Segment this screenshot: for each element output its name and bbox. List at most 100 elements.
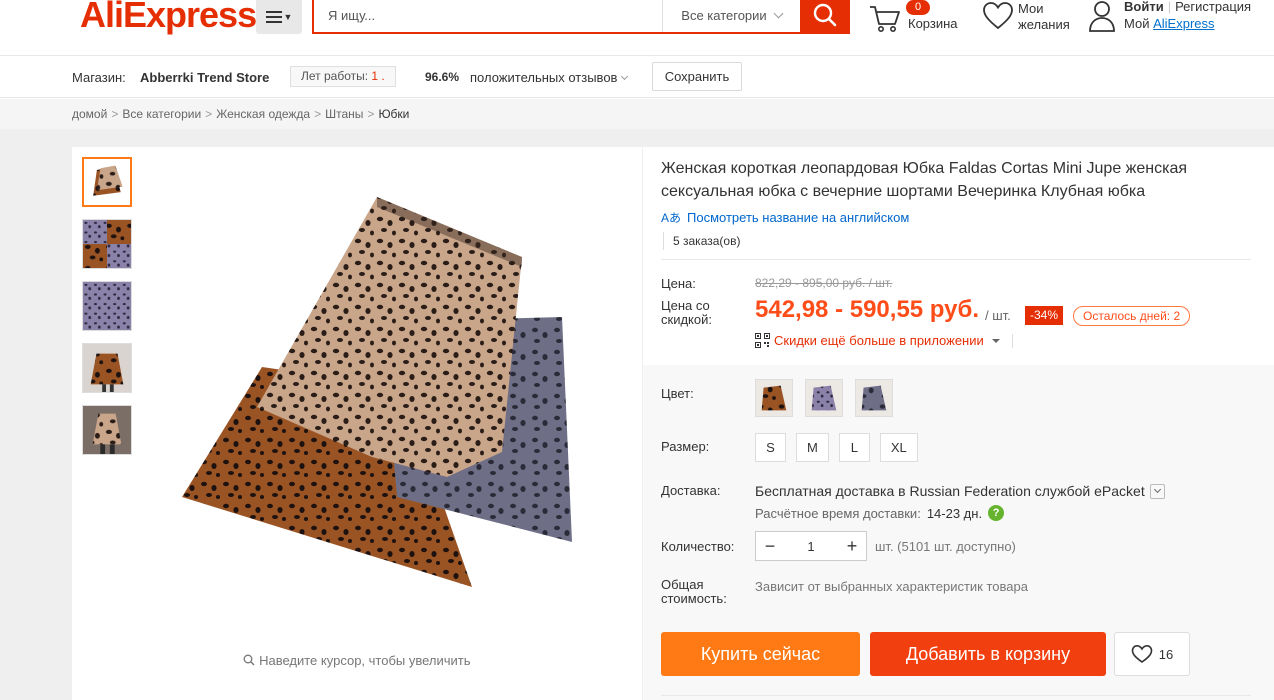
magnifier-icon bbox=[244, 654, 255, 666]
discount-price-label: Цена со скидкой: bbox=[661, 298, 712, 327]
photo-thumbnail-image bbox=[83, 406, 131, 454]
store-years-value: 1 . bbox=[371, 69, 385, 83]
breadcrumb-separator: > bbox=[367, 107, 375, 121]
color-options bbox=[755, 379, 893, 417]
color-label: Цвет: bbox=[661, 386, 694, 401]
translate-icon: Aあ bbox=[661, 211, 682, 225]
color-swatch-image bbox=[806, 380, 842, 416]
size-label: Размер: bbox=[661, 439, 710, 454]
translate-link-label: Посмотреть название на английском bbox=[687, 210, 910, 225]
store-label: Магазин: bbox=[72, 70, 126, 85]
delivery-time-label: Расчётное время доставки: bbox=[755, 505, 921, 521]
zoom-hint-text: Наведите курсор, чтобы увеличить bbox=[259, 653, 471, 668]
thumbnail-list bbox=[82, 157, 132, 455]
discount-percent-badge: -34% bbox=[1025, 306, 1063, 325]
thumbnail-4[interactable] bbox=[82, 343, 132, 393]
size-options: S M L XL bbox=[755, 433, 918, 462]
login-link[interactable]: Войти bbox=[1124, 0, 1164, 14]
model-thumbnail-image bbox=[83, 344, 131, 392]
aliexpress-logo[interactable]: AliExpress® bbox=[80, 0, 264, 36]
caret-down-icon bbox=[991, 338, 1000, 343]
zoom-hint: Наведите курсор, чтобы увеличить bbox=[72, 653, 642, 668]
search-button[interactable] bbox=[800, 0, 850, 32]
categories-menu-button[interactable]: ▼ bbox=[256, 0, 302, 34]
collage-thumbnail-image bbox=[83, 220, 131, 268]
delivery-time: Расчётное время доставки: 14-23 дн. ? bbox=[755, 505, 1005, 521]
add-to-wishlist-button[interactable]: 16 bbox=[1114, 632, 1190, 676]
total-value: Зависит от выбранных характеристик товар… bbox=[755, 579, 1028, 594]
divider bbox=[661, 259, 1251, 260]
breadcrumb-separator: > bbox=[314, 107, 322, 121]
store-bar: Магазин: Abberrki Trend Store Лет работы… bbox=[0, 56, 1274, 98]
search-icon bbox=[813, 3, 837, 27]
thumbnail-1[interactable] bbox=[82, 157, 132, 207]
account-links: Войти | Регистрация Мой AliExpress bbox=[1124, 0, 1251, 32]
app-discount-label: Скидки ещё больше в приложении bbox=[774, 333, 984, 348]
account-divider: | bbox=[1167, 0, 1172, 14]
user-icon bbox=[1089, 1, 1115, 32]
wishlist-label-line2: желания bbox=[1018, 17, 1070, 32]
caret-down-icon: ▼ bbox=[283, 12, 293, 22]
heart-icon bbox=[1131, 644, 1153, 663]
search-category-select[interactable]: Все категории bbox=[662, 0, 800, 32]
app-discount-dropdown[interactable]: Скидки ещё больше в приложении bbox=[755, 333, 1013, 348]
skirt-thumbnail-image bbox=[84, 159, 130, 205]
quantity-label: Количество: bbox=[661, 539, 735, 554]
store-name-link[interactable]: Abberrki Trend Store bbox=[140, 70, 269, 85]
hamburger-icon bbox=[265, 11, 282, 23]
fabric-thumbnail-image bbox=[83, 282, 131, 330]
breadcrumb-all-categories[interactable]: Все категории bbox=[122, 107, 201, 121]
breadcrumb-pants[interactable]: Штаны bbox=[325, 107, 363, 121]
save-store-button[interactable]: Сохранить bbox=[652, 62, 742, 91]
shipping-info: Бесплатная доставка в Russian Federation… bbox=[755, 483, 1165, 499]
store-feedback-dropdown[interactable]: положительных отзывов bbox=[470, 70, 629, 85]
chevron-down-icon bbox=[1153, 485, 1161, 494]
size-option-xl[interactable]: XL bbox=[879, 433, 918, 462]
product-title: Женская короткая леопардовая Юбка Faldas… bbox=[661, 160, 1188, 200]
minus-icon[interactable]: − bbox=[756, 532, 784, 560]
cart-count-badge: 0 bbox=[906, 0, 930, 15]
my-prefix: Мой bbox=[1124, 16, 1150, 31]
search-bar: Все категории bbox=[312, 0, 850, 34]
qr-code-icon bbox=[755, 333, 770, 348]
heart-icon bbox=[983, 2, 1013, 30]
breadcrumb-home[interactable]: домой bbox=[72, 107, 107, 121]
color-option-dark-gray[interactable] bbox=[855, 379, 893, 417]
add-to-cart-button[interactable]: Добавить в корзину bbox=[870, 632, 1106, 676]
size-option-l[interactable]: L bbox=[838, 433, 870, 462]
color-option-purple[interactable] bbox=[805, 379, 843, 417]
thumbnail-3[interactable] bbox=[82, 281, 132, 331]
product-info-panel: Женская короткая леопардовая Юбка Faldas… bbox=[643, 147, 1274, 700]
size-option-m[interactable]: M bbox=[796, 433, 829, 462]
store-years-badge: Лет работы: 1 . bbox=[290, 66, 396, 87]
buy-now-button[interactable]: Купить сейчас bbox=[661, 632, 860, 676]
shipping-method-text: Бесплатная доставка в Russian Federation… bbox=[755, 483, 1145, 499]
color-option-brown[interactable] bbox=[755, 379, 793, 417]
help-icon[interactable]: ? bbox=[988, 505, 1005, 521]
breadcrumb-womens-clothing[interactable]: Женская одежда bbox=[216, 107, 310, 121]
thumbnail-5[interactable] bbox=[82, 405, 132, 455]
translate-title-link[interactable]: Aあ Посмотреть название на английском bbox=[661, 209, 909, 226]
my-aliexpress-link[interactable]: AliExpress bbox=[1153, 16, 1214, 31]
wish-count: 16 bbox=[1158, 646, 1174, 662]
logo-text: AliExpress bbox=[80, 0, 257, 35]
register-link[interactable]: Регистрация bbox=[1175, 0, 1251, 14]
quantity-available: шт. (5101 шт. доступно) bbox=[875, 539, 1016, 554]
discount-price: 542,98 - 590,55 руб. bbox=[755, 296, 979, 323]
product-main-image[interactable] bbox=[177, 192, 577, 592]
quantity-input[interactable] bbox=[784, 532, 838, 560]
breadcrumb-skirts[interactable]: Юбки bbox=[378, 107, 409, 121]
chevron-down-icon bbox=[621, 72, 629, 81]
price-label: Цена: bbox=[661, 276, 696, 291]
thumbnail-2[interactable] bbox=[82, 219, 132, 269]
days-left-badge: Осталось дней: 2 bbox=[1073, 306, 1191, 326]
breadcrumb: домой > Все категории > Женская одежда > Штаны… bbox=[0, 99, 1274, 129]
shipping-options-dropdown[interactable] bbox=[1149, 483, 1165, 499]
account-area: Войти | Регистрация Мой AliExpress bbox=[1088, 0, 1251, 32]
chevron-down-icon bbox=[773, 8, 784, 18]
search-input[interactable] bbox=[314, 0, 662, 32]
size-option-s[interactable]: S bbox=[755, 433, 786, 462]
old-price: 822,29 - 895,00 руб. / шт. bbox=[755, 276, 893, 290]
plus-icon[interactable]: + bbox=[838, 532, 866, 560]
wishlist-link[interactable]: Мои желания bbox=[982, 0, 1070, 33]
